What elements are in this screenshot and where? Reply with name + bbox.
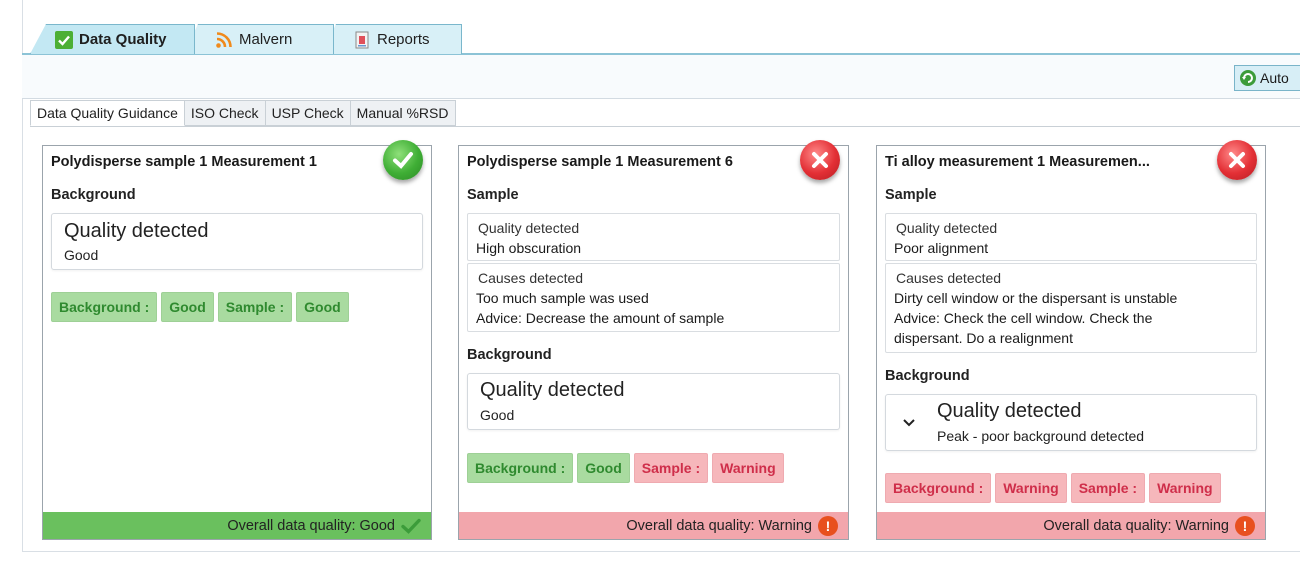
quality-detected-label: Quality detected (64, 220, 209, 242)
quality-detected-value: Poor alignment (894, 240, 989, 256)
background-quality-box: Quality detected Good (51, 213, 423, 270)
section-heading-background: Background (467, 347, 552, 363)
chip-background-label: Background : (885, 473, 992, 503)
chip-sample-label: Sample : (1070, 473, 1146, 503)
advice-text: Advice: Decrease the amount of sample (476, 310, 725, 326)
overall-quality-footer: Overall data quality: Good (43, 512, 431, 539)
refresh-icon (1239, 69, 1257, 87)
subtab-manual-rsd[interactable]: Manual %RSD (350, 100, 456, 126)
warning-icon: ! (818, 515, 838, 536)
causes-detected-label: Causes detected (896, 270, 1002, 286)
chip-sample-value: Warning (712, 453, 784, 483)
causes-detected-label: Causes detected (478, 270, 584, 286)
rss-icon (215, 31, 233, 49)
chip-background-value: Good (161, 292, 214, 322)
panel-title: Polydisperse sample 1 Measurement 6 (467, 154, 733, 170)
subtab-iso-check[interactable]: ISO Check (184, 100, 266, 126)
report-icon (353, 31, 371, 49)
summary-chips: Background : Good Sample : Good (51, 292, 349, 322)
quality-detected-label: Quality detected (937, 400, 1082, 422)
advice-text: Advice: Check the cell window. Check the (894, 310, 1153, 326)
quality-detected-label: Quality detected (896, 220, 998, 236)
chip-background-label: Background : (51, 292, 158, 322)
overall-quality-footer: Overall data quality: Warning ! (877, 512, 1265, 539)
warning-icon: ! (1235, 515, 1255, 536)
chip-background-label: Background : (467, 453, 574, 483)
overall-quality-text: Overall data quality: Warning (1043, 517, 1229, 534)
subtab-data-quality-guidance[interactable]: Data Quality Guidance (30, 100, 185, 126)
quality-detected-value: High obscuration (476, 240, 582, 256)
sample-quality-group: Quality detected High obscuration (467, 213, 840, 261)
quality-detected-value: Peak - poor background detected (937, 428, 1145, 444)
causes-detected-value: Too much sample was used (476, 290, 649, 306)
chevron-down-icon[interactable] (902, 415, 916, 433)
check-icon (55, 30, 73, 49)
advice-text-continued: dispersant. Do a realignment (894, 330, 1073, 346)
quality-detected-value: Good (480, 407, 515, 423)
tab-data-quality[interactable]: Data Quality (30, 24, 195, 54)
status-error-icon (1217, 140, 1257, 180)
panel-title: Polydisperse sample 1 Measurement 1 (51, 154, 317, 170)
tab-reports[interactable]: Reports (322, 24, 462, 54)
status-good-icon (383, 140, 423, 180)
tab-data-quality-label: Data Quality (79, 31, 167, 48)
chip-sample-value: Good (296, 292, 349, 322)
section-heading-sample: Sample (467, 187, 519, 203)
sub-tab-bar: Data Quality Guidance ISO Check USP Chec… (30, 100, 456, 126)
sample-quality-group: Quality detected Poor alignment (885, 213, 1257, 261)
tab-malvern-label: Malvern (239, 31, 293, 48)
status-error-icon (800, 140, 840, 180)
background-quality-box: Quality detected Good (467, 373, 840, 430)
panel-title: Ti alloy measurement 1 Measuremen... (885, 154, 1150, 170)
chip-background-value: Warning (995, 473, 1067, 503)
measurement-panel: Polydisperse sample 1 Measurement 1 Back… (42, 140, 432, 540)
causes-detected-value: Dirty cell window or the dispersant is u… (894, 290, 1178, 306)
background-quality-expander[interactable]: Quality detected Peak - poor background … (885, 394, 1257, 451)
quality-detected-label: Quality detected (480, 379, 625, 401)
quality-detected-label: Quality detected (478, 220, 580, 236)
summary-chips: Background : Good Sample : Warning (467, 453, 784, 483)
measurement-panel: Polydisperse sample 1 Measurement 6 Samp… (458, 140, 849, 540)
measurement-panel: Ti alloy measurement 1 Measuremen... Sam… (876, 140, 1266, 540)
section-heading-sample: Sample (885, 187, 937, 203)
chip-background-value: Good (577, 453, 630, 483)
auto-button-label: Auto (1260, 70, 1289, 86)
chip-sample-label: Sample : (217, 292, 293, 322)
overall-quality-footer: Overall data quality: Warning ! (459, 512, 848, 539)
sample-causes-group: Causes detected Dirty cell window or the… (885, 263, 1257, 353)
overall-quality-text: Overall data quality: Good (227, 517, 395, 534)
sample-causes-group: Causes detected Too much sample was used… (467, 263, 840, 332)
section-heading-background: Background (51, 187, 136, 203)
section-heading-background: Background (885, 368, 970, 384)
summary-chips: Background : Warning Sample : Warning (885, 473, 1221, 503)
overall-quality-text: Overall data quality: Warning (626, 517, 812, 534)
auto-button[interactable]: Auto (1234, 65, 1300, 91)
chip-sample-label: Sample : (633, 453, 709, 483)
tab-reports-label: Reports (377, 31, 430, 48)
chip-sample-value: Warning (1149, 473, 1221, 503)
quality-detected-value: Good (64, 247, 99, 263)
tab-malvern[interactable]: Malvern (184, 24, 334, 54)
subtab-usp-check[interactable]: USP Check (265, 100, 351, 126)
toolbar: Auto (22, 55, 1300, 99)
checkmark-icon (401, 518, 421, 534)
main-tab-strip: Reports Malvern Data Quality (22, 20, 1300, 55)
sub-tab-divider (30, 126, 1300, 127)
